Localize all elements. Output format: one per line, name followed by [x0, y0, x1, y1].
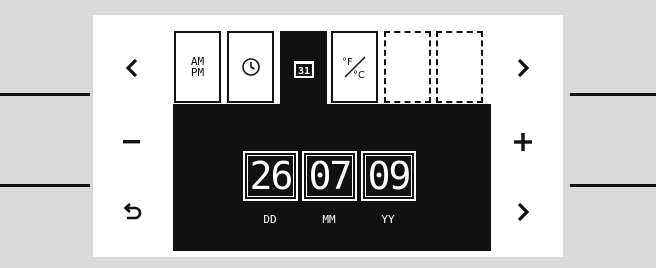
tab-ampm[interactable]: AM PM [174, 31, 221, 103]
fahrenheit-text: °F [342, 57, 353, 68]
tab-clock[interactable] [227, 31, 274, 103]
chevron-right-icon [517, 58, 530, 78]
minus-icon [123, 140, 140, 144]
fahrenheit-celsius-icon: °F °C [342, 56, 365, 81]
back-button[interactable] [112, 192, 152, 232]
clock-icon [241, 58, 260, 76]
year-label: YY [381, 213, 395, 226]
calendar-icon: 31 [293, 60, 314, 78]
day-value: 26 [249, 154, 294, 198]
month-field[interactable]: 07 [302, 151, 357, 201]
year-field[interactable]: 09 [361, 151, 416, 201]
right-upper-line [570, 93, 656, 96]
chevron-right-icon [517, 202, 530, 222]
calendar-day-text: 31 [297, 66, 309, 77]
left-lower-line [0, 184, 90, 187]
month-label: MM [322, 213, 336, 226]
day-label: DD [263, 213, 277, 226]
celsius-text: °C [353, 70, 365, 81]
right-lower-line [570, 184, 656, 187]
chevron-left-icon [125, 58, 138, 78]
month-value: 07 [308, 154, 353, 198]
left-upper-line [0, 93, 90, 96]
next-button[interactable] [503, 48, 543, 88]
tab-calendar[interactable]: 31 [280, 31, 327, 106]
ampm-icon: AM PM [191, 56, 204, 78]
prev-button[interactable] [112, 48, 152, 88]
date-display: 26 07 09 DD MM YY [173, 104, 491, 251]
plus-icon [514, 133, 532, 151]
minus-button[interactable] [112, 122, 152, 162]
plus-button[interactable] [503, 122, 543, 162]
tab-empty-1[interactable] [384, 31, 431, 103]
tab-empty-2[interactable] [436, 31, 483, 103]
back-arrow-icon [123, 203, 142, 220]
tab-temperature-unit[interactable]: °F °C [331, 31, 378, 103]
year-value: 09 [367, 154, 412, 198]
confirm-next-button[interactable] [503, 192, 543, 232]
day-field[interactable]: 26 [243, 151, 298, 201]
ampm-line2: PM [190, 66, 205, 79]
